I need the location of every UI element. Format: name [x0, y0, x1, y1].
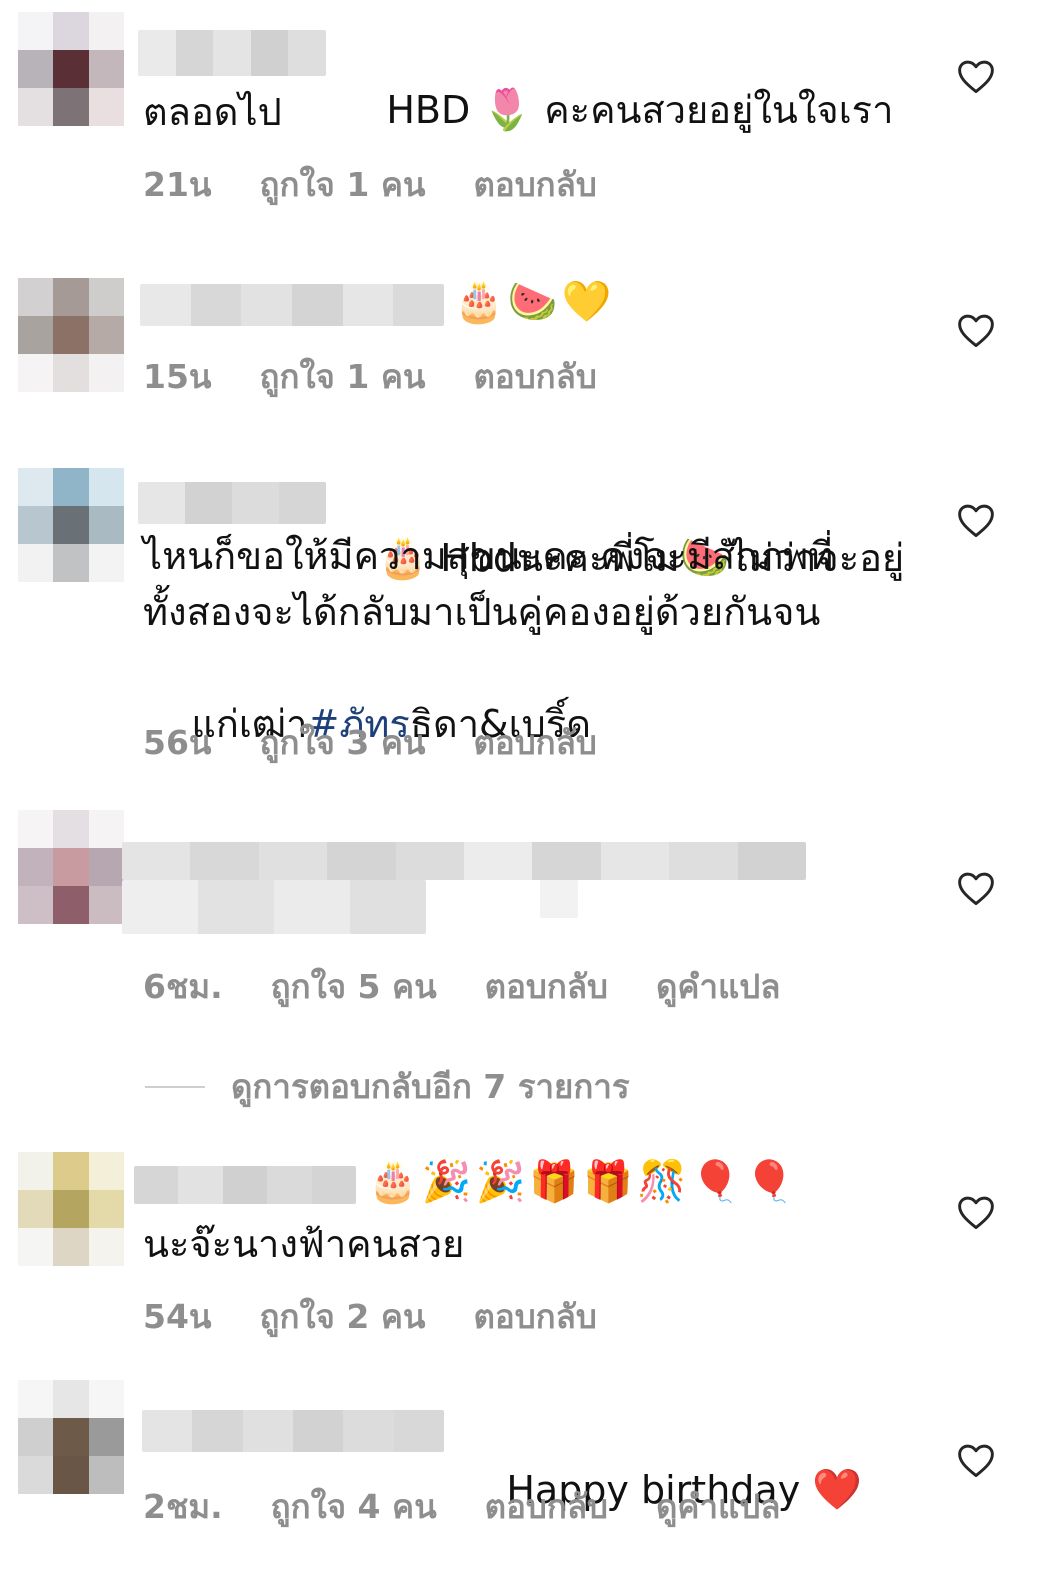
view-more-replies[interactable]: ดูการตอบกลับอีก 7 รายการ: [145, 1060, 630, 1113]
heart-outline-icon[interactable]: [956, 58, 996, 94]
translate-button[interactable]: ดูคำแปล: [656, 960, 780, 1013]
username-redacted[interactable]: [138, 482, 326, 524]
likes-count[interactable]: ถูกใจ 4 คน: [271, 1480, 437, 1533]
comment-emojis: 🎂🎉🎉🎁🎁🎊🎈🎈: [368, 1159, 799, 1205]
comment-time: 2ชม.: [143, 1487, 223, 1526]
comment-text-line3: ทั้งสองจะได้กลับมาเป็นคู่คองอยู่ด้วยกันจ…: [143, 590, 821, 634]
comment-meta: 54น ถูกใจ 2 คน ตอบกลับ: [143, 1290, 597, 1343]
likes-count[interactable]: ถูกใจ 1 คน: [259, 350, 425, 403]
translate-button[interactable]: ดูคำแปล: [656, 1480, 780, 1533]
avatar[interactable]: [18, 278, 124, 392]
avatar[interactable]: [18, 1380, 124, 1494]
comment-item: 🎂 Hbdนะคะพี่โม🍉ไม่ว่าจะอยู่ ไหนก็ขอให้มี…: [0, 440, 1052, 780]
reply-button[interactable]: ตอบกลับ: [473, 350, 596, 403]
comment-meta: 21น ถูกใจ 1 คน ตอบกลับ: [143, 158, 597, 211]
reply-button[interactable]: ตอบกลับ: [485, 960, 608, 1013]
comment-item: Happy birthday ❤️ 2ชม. ถูกใจ 4 คน ตอบกลั…: [0, 1370, 1052, 1556]
username-redacted[interactable]: [140, 284, 444, 326]
view-more-replies-label: ดูการตอบกลับอีก 7 รายการ: [231, 1067, 630, 1106]
heart-outline-icon[interactable]: [956, 1442, 996, 1478]
comment-meta: 56น ถูกใจ 3 คน ตอบกลับ: [143, 716, 597, 769]
comment-item: 6ชม. ถูกใจ 5 คน ตอบกลับ ดูคำแปล: [0, 800, 1052, 1040]
avatar[interactable]: [18, 468, 124, 582]
comment-text-line2: ไหนก็ขอให้มีความสุขนะคะ คงจะมีสักภพที่: [143, 534, 834, 578]
comment-time: 6ชม.: [143, 967, 223, 1006]
red-heart-emoji: ❤️: [812, 1467, 863, 1513]
reply-button[interactable]: ตอบกลับ: [485, 1480, 608, 1533]
likes-count[interactable]: ถูกใจ 5 คน: [271, 960, 437, 1013]
heart-outline-icon[interactable]: [956, 312, 996, 348]
username-redacted[interactable]: [142, 1410, 444, 1452]
comment-item: 🎂🍉💛 15น ถูกใจ 1 คน ตอบกลับ: [0, 240, 1052, 400]
comment-time: 56น: [143, 723, 212, 762]
likes-count[interactable]: ถูกใจ 2 คน: [259, 1290, 425, 1343]
comment-time: 15น: [143, 357, 212, 396]
heart-outline-icon[interactable]: [956, 870, 996, 906]
heart-outline-icon[interactable]: [956, 1194, 996, 1230]
heart-outline-icon[interactable]: [956, 502, 996, 538]
username-redacted[interactable]: [138, 30, 326, 76]
comment-meta: 2ชม. ถูกใจ 4 คน ตอบกลับ ดูคำแปล: [143, 1480, 780, 1533]
comment-item: HBD 🌷 คะคนสวยอยู่ในใจเรา ตลอดไป 21น ถูกใ…: [0, 0, 1052, 220]
comment-text-line2: นะจ๊ะนางฟ้าคนสวย: [143, 1222, 465, 1266]
comment-text-redacted: [122, 842, 806, 880]
comment-emojis: 🎂🍉💛: [454, 279, 616, 325]
comment-text-redacted-line2: [122, 880, 426, 934]
comment-text-redacted-line2b: [540, 880, 578, 918]
likes-count[interactable]: ถูกใจ 1 คน: [259, 158, 425, 211]
comment-text-line2: ตลอดไป: [143, 90, 282, 134]
comment-time: 21น: [143, 165, 212, 204]
reply-button[interactable]: ตอบกลับ: [473, 158, 596, 211]
replies-divider-line: [145, 1085, 205, 1088]
reply-button[interactable]: ตอบกลับ: [473, 1290, 596, 1343]
comment-item: 🎂🎉🎉🎁🎁🎊🎈🎈 นะจ๊ะนางฟ้าคนสวย 54น ถูกใจ 2 คน…: [0, 1140, 1052, 1360]
comment-meta: 15น ถูกใจ 1 คน ตอบกลับ: [143, 350, 597, 403]
comment-time: 54น: [143, 1297, 212, 1336]
avatar[interactable]: [18, 810, 124, 924]
tulip-emoji: 🌷: [482, 87, 533, 133]
avatar[interactable]: [18, 1152, 124, 1266]
avatar[interactable]: [18, 12, 124, 126]
likes-count[interactable]: ถูกใจ 3 คน: [259, 716, 425, 769]
comment-meta: 6ชม. ถูกใจ 5 คน ตอบกลับ ดูคำแปล: [143, 960, 780, 1013]
reply-button[interactable]: ตอบกลับ: [473, 716, 596, 769]
username-redacted[interactable]: [134, 1166, 356, 1204]
